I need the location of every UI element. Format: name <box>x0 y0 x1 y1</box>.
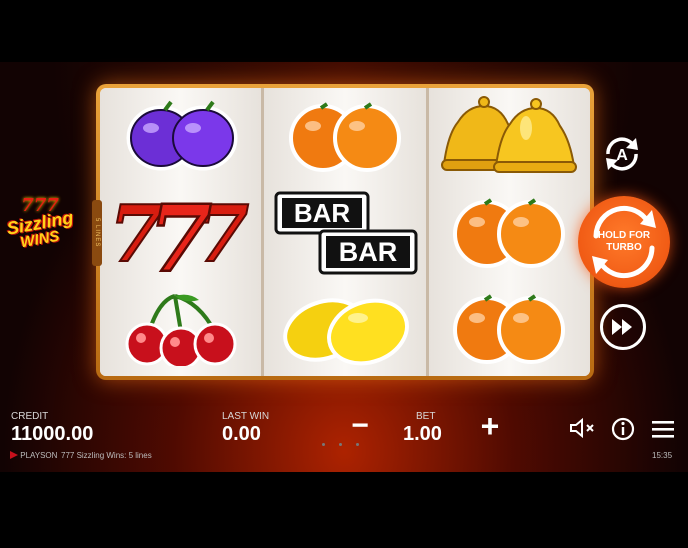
reels-area: 7 7 7 BAR BAR <box>100 88 590 376</box>
brand-name: PLAYSON <box>20 451 58 460</box>
symbol-lemon <box>264 280 425 376</box>
skip-button[interactable] <box>600 304 646 350</box>
reel-3 <box>428 88 590 376</box>
playson-logo-icon <box>10 451 18 459</box>
symbol-orange <box>429 280 590 376</box>
reel-1: 7 7 7 <box>100 88 265 376</box>
menu-button[interactable] <box>650 417 676 441</box>
symbol-orange <box>429 184 590 280</box>
symbol-bar: BAR BAR <box>264 184 425 280</box>
game-info-text: 777 Sizzling Wins: 5 lines <box>61 451 152 460</box>
credit-value: 11000.00 <box>11 423 94 445</box>
info-icon <box>611 417 635 441</box>
info-button[interactable] <box>610 416 636 442</box>
reels-frame: 7 7 7 BAR BAR <box>96 84 594 380</box>
lines-indicator: 5 LINES <box>92 200 102 266</box>
game-logo: 777 Sizzling WINS <box>2 197 78 264</box>
bet-label: BET <box>416 411 436 422</box>
bar-text-2: BAR <box>339 237 398 267</box>
skip-icon <box>612 319 632 335</box>
bar-text-1: BAR <box>294 198 351 228</box>
spin-button[interactable]: HOLD FOR TURBO <box>578 196 670 288</box>
bet-increase-button[interactable]: + <box>476 408 504 444</box>
seven-center: 7 <box>148 187 212 277</box>
menu-icon <box>652 421 674 438</box>
bet-decrease-button[interactable]: − <box>346 409 374 442</box>
last-win-label: LAST WIN <box>222 411 270 422</box>
last-win-value: 0.00 <box>222 423 261 445</box>
symbol-orange <box>264 88 425 184</box>
clock: 15:35 <box>652 451 673 460</box>
symbol-seven: 7 7 7 <box>100 184 261 280</box>
symbol-plum <box>100 88 261 184</box>
autoplay-button[interactable]: A <box>600 132 644 176</box>
svg-text:A: A <box>616 147 628 164</box>
bet-value: 1.00 <box>403 423 442 445</box>
mute-button[interactable] <box>569 416 597 440</box>
spin-label-line1: HOLD FOR <box>597 230 651 241</box>
reel-2: BAR BAR <box>264 88 429 376</box>
credit-label: CREDIT <box>11 411 49 422</box>
spin-label-line2: TURBO <box>606 242 642 253</box>
mute-icon <box>570 417 594 439</box>
footer-brand: PLAYSON <box>10 451 57 460</box>
symbol-cherry <box>100 280 261 376</box>
symbol-bell <box>429 88 590 184</box>
autoplay-icon: A <box>606 137 638 171</box>
